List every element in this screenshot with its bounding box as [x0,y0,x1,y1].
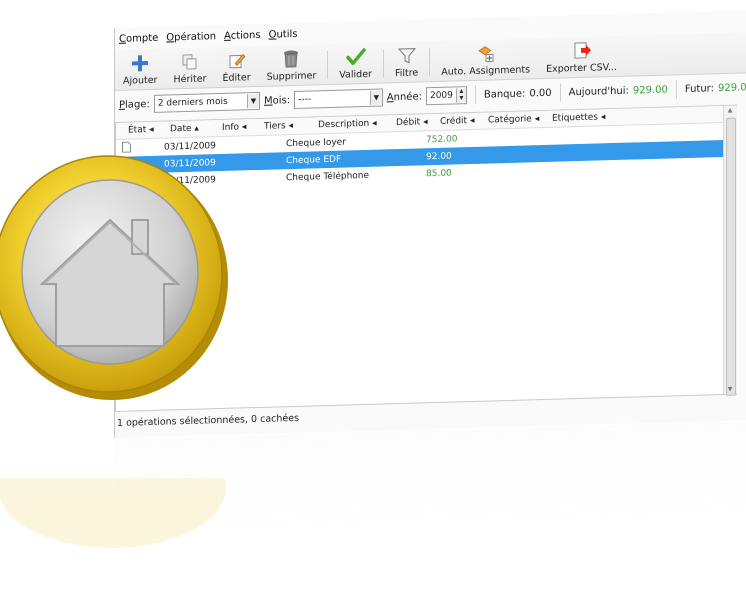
today-value: 929.00 [632,84,668,97]
toolbar-separator [327,51,329,80]
scroll-down-icon[interactable]: ▼ [726,386,734,393]
future-value: 929.00 [717,81,746,94]
column-etiquettes[interactable]: Etiquettes ◂ [540,112,610,124]
month-select[interactable]: ---- ▼ [294,88,383,109]
filter-separator [675,80,677,99]
inherit-button-label: Hériter [173,73,207,86]
credit-cell: 85.00 [426,168,452,179]
scrollbar-thumb[interactable] [726,117,736,396]
edit-button[interactable]: Éditer [214,45,258,87]
range-select[interactable]: 2 derniers mois ▼ [153,91,260,113]
description-cell: Cheque EDF [286,154,342,166]
delete-button[interactable]: Supprimer [259,43,325,86]
filter-button[interactable]: Filtre [387,40,426,82]
status-text: 1 opérations sélectionnées, 0 cachées [117,412,300,429]
column-etat[interactable]: État ◂ [116,125,158,136]
toolbar-separator [429,48,431,77]
validate-button-label: Valider [339,68,372,81]
column-tiers[interactable]: Tiers ◂ [252,121,298,132]
column-categorie[interactable]: Catégorie ◂ [476,114,540,126]
edit-button-label: Éditer [222,72,251,84]
add-button-label: Ajouter [123,74,158,87]
chevron-down-icon: ▼ [246,93,259,109]
filter-icon [396,46,418,67]
future-label: Futur: [684,82,714,95]
filter-separator [559,83,561,102]
column-date[interactable]: Date ▴ [158,123,210,135]
year-spinner[interactable]: 2009 ▲ ▼ [425,86,467,106]
inherit-button[interactable]: Hériter [165,46,214,88]
auto-assign-icon [475,43,497,64]
scroll-up-icon[interactable]: ▲ [726,107,734,114]
check-icon [345,47,367,68]
year-value: 2009 [429,90,453,102]
credit-cell: 752.00 [426,133,458,145]
coin-reflection [0,478,226,548]
export-icon [571,41,593,62]
vertical-scrollbar[interactable]: ▲ ▼ [723,105,737,396]
column-debit[interactable]: Débit ◂ [384,117,428,128]
range-value: 2 derniers mois [157,96,228,109]
inherit-icon [179,52,201,73]
bank-value: 0.00 [529,87,552,99]
month-label: Mois: [263,94,291,107]
filter-button-label: Filtre [394,67,419,80]
today-label: Aujourd'hui: [568,85,629,98]
validate-button[interactable]: Valider [331,42,380,84]
trash-icon [280,49,302,70]
export-csv-button-label: Exporter CSV... [546,61,617,75]
plus-icon [129,53,151,74]
delete-button-label: Supprimer [266,70,317,83]
add-button[interactable]: Ajouter [115,48,165,90]
spin-arrows-icon[interactable]: ▲ ▼ [455,88,466,103]
column-description[interactable]: Description ◂ [298,118,384,131]
description-cell: Cheque Téléphone [286,170,370,183]
auto-assign-button-label: Auto. Assignments [441,64,531,78]
year-label: Année: [386,90,422,103]
column-credit[interactable]: Crédit ◂ [428,116,476,127]
credit-cell: 92.00 [426,151,452,162]
bank-label: Banque: [483,88,526,101]
filter-separator [474,85,476,104]
description-cell: Cheque loyer [286,137,346,149]
range-label: Plage: [119,98,150,111]
home-coin-logo-icon [0,155,228,400]
chevron-down-icon: ▼ [369,90,382,105]
export-csv-button[interactable]: Exporter CSV... [538,35,625,78]
toolbar-separator [382,49,384,78]
edit-icon [226,50,248,71]
column-info[interactable]: Info ◂ [210,122,252,133]
month-value: ---- [298,94,312,105]
auto-assign-button[interactable]: Auto. Assignments [433,37,538,81]
